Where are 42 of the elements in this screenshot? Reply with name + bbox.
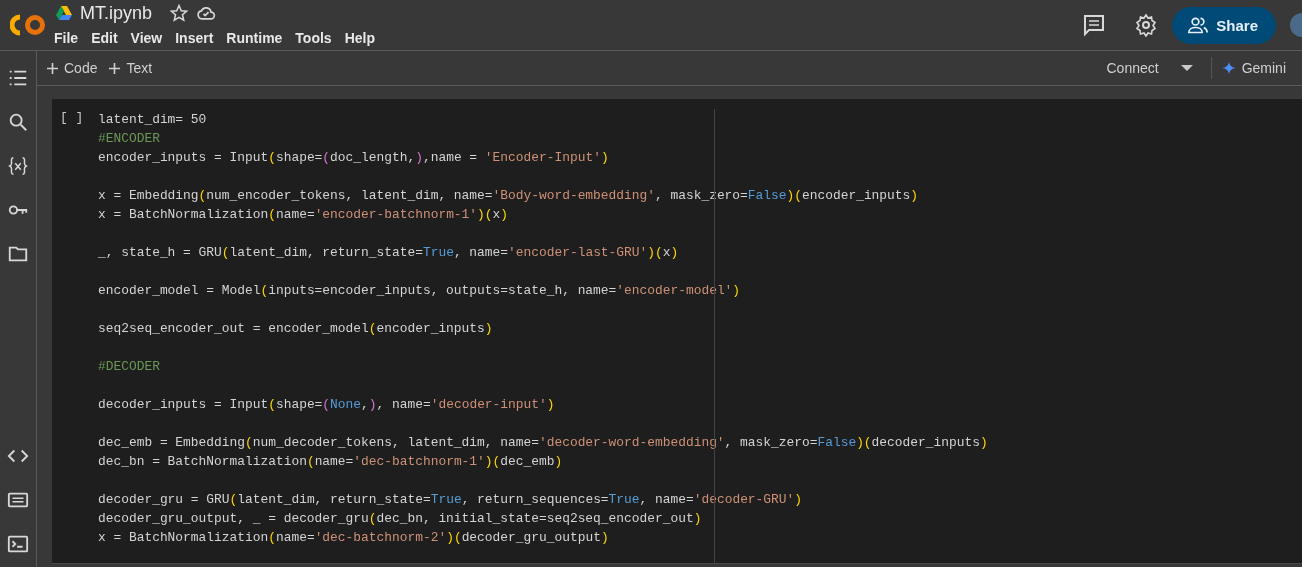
menu-item[interactable]: Insert [175,29,221,46]
plus-icon [109,62,121,74]
add-cell-button[interactable]: Code [47,60,104,76]
code-line: _, state_h = GRU(latent_dim, return_state=True, name='encoder-last-GRU')(x) [98,244,680,262]
connect-button[interactable]: Connect [1106,60,1165,76]
menu-item[interactable]: View [130,29,170,46]
notebook-title[interactable]: MT.ipynb [80,2,153,24]
caret-icon[interactable] [1180,65,1193,71]
comment-icon[interactable] [1082,13,1107,37]
drive-icon[interactable] [56,6,72,20]
search-icon[interactable] [7,111,29,133]
code-line: dec_emb = Embedding(num_decoder_tokens, latent_dim, name='decoder-word-embedding', mask_zero=False)(decoder_inputs) [98,434,988,452]
run-indicator[interactable]: [ ] [52,110,98,563]
code-line: encoder_inputs = Input(shape=(doc_length,),name = 'Encoder-Input') [98,149,610,167]
settings-icon[interactable] [1134,13,1159,37]
code-line: #DECODER [98,358,161,376]
code-line: decoder_gru_output, _ = decoder_gru(dec_bn, initial_state=seq2seq_encoder_out) [98,510,703,528]
terminal-icon[interactable] [7,533,29,555]
code-line: x = BatchNormalization(name='dec-batchnorm-2')(decoder_gru_output) [98,529,610,547]
code-line: latent_dim= 50 [98,111,208,129]
people-icon [1188,16,1209,34]
code-line: decoder_inputs = Input(shape=(None,), name='decoder-input') [98,396,556,414]
menu-item[interactable]: Help [344,29,382,46]
menu-item[interactable]: Tools [295,29,339,46]
star-icon[interactable] [170,4,189,22]
code-line: decoder_gru = GRU(latent_dim, return_state=True, return_sequences=True, name='decoder-GRU') [98,491,804,509]
code-line: #ENCODER [98,130,161,148]
menu-item[interactable]: Edit [91,29,125,46]
menu-item[interactable]: Runtime [226,29,290,46]
code-line: encoder_model = Model(inputs=encoder_inputs, outputs=state_h, name='encoder-model') [98,282,742,300]
gemini-button[interactable]: Gemini [1221,60,1292,76]
code-line: dec_bn = BatchNormalization(name='dec-batchnorm-1')(dec_emb) [98,453,564,471]
colab-logo[interactable] [10,14,46,36]
menu-item[interactable]: File [54,29,86,46]
variables-icon[interactable] [7,155,29,177]
code-line: x = Embedding(num_encoder_tokens, latent_dim, name='Body-word-embedding', mask_zero=False)(encoder_inputs) [98,187,920,205]
code-line: x = BatchNormalization(name='encoder-batchnorm-1')(x) [98,206,510,224]
share-button[interactable]: Share [1172,6,1276,44]
code-cell[interactable] [52,99,1302,564]
plus-icon [47,62,58,74]
code-line: seq2seq_encoder_out = encoder_model(encoder_inputs) [98,320,494,338]
add-cell-button[interactable]: Text [109,60,159,76]
